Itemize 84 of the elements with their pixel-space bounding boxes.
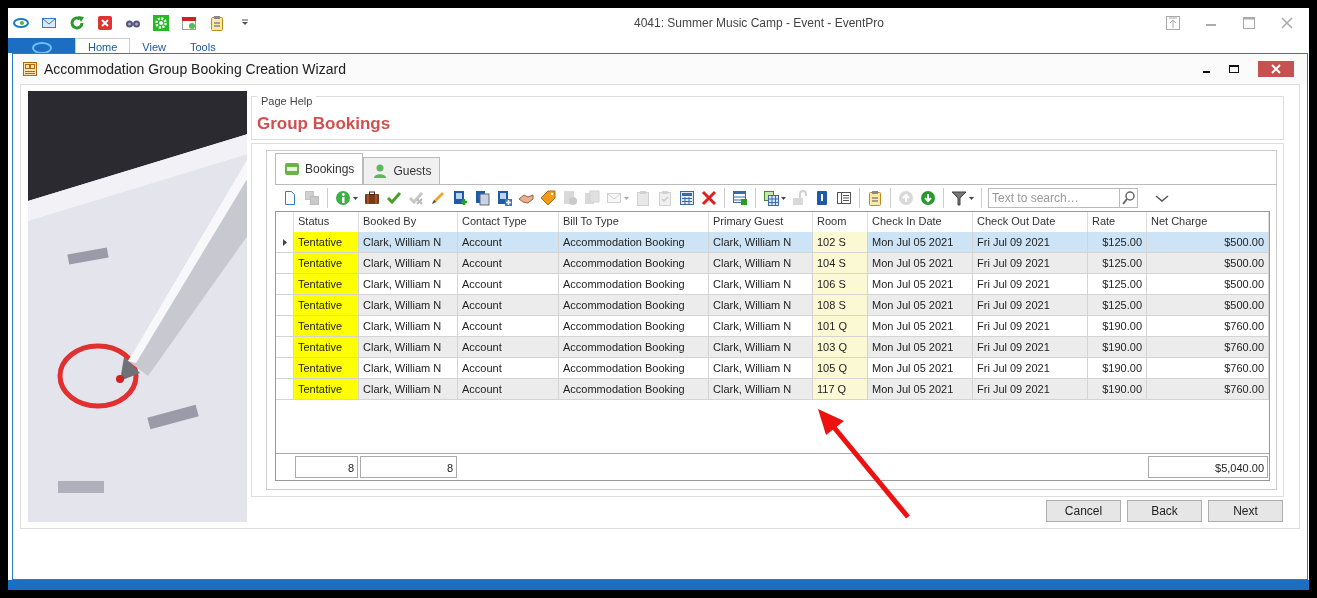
refresh-icon[interactable] — [69, 15, 85, 31]
table-row[interactable]: Tentative Clark, William N Account Accommodation Booking Clark, William N 102 S Mon Jul 05 2021 Fri Jul 09 2021 $125.00 $500.00 — [276, 232, 1269, 253]
table-cell: Tentative — [294, 316, 359, 337]
search-field[interactable]: Text to search… — [988, 188, 1119, 208]
table-cell: Tentative — [294, 358, 359, 379]
table-cell: Accommodation Booking — [559, 379, 709, 400]
summary-cell: $5,040.00 — [1148, 456, 1268, 478]
app-logo-icon — [30, 40, 53, 54]
summary-cell: 8 — [360, 456, 457, 478]
application-menu-button[interactable] — [8, 38, 75, 53]
caret-icon[interactable] — [353, 196, 358, 200]
table-cell: Account — [458, 379, 559, 400]
clipboard-icon[interactable] — [867, 190, 883, 206]
table-cell: Fri Jul 09 2021 — [973, 379, 1088, 400]
close-icon[interactable] — [1279, 15, 1295, 31]
list-icon[interactable] — [836, 190, 852, 206]
pin-icon[interactable] — [1165, 15, 1181, 31]
table-cell: Mon Jul 05 2021 — [868, 379, 973, 400]
row-pointer-icon — [282, 238, 287, 246]
tag-icon[interactable] — [540, 190, 556, 206]
table-cell: Tentative — [294, 274, 359, 295]
documents-icon[interactable] — [474, 190, 490, 206]
gear-icon[interactable] — [153, 15, 169, 31]
table-cell: 106 S — [813, 274, 868, 295]
wizard-button[interactable]: Cancel — [1046, 500, 1121, 522]
close-icon[interactable] — [97, 15, 113, 31]
table-row[interactable]: Tentative Clark, William N Account Accommodation Booking Clark, William N 103 Q Mon Jul 05 2021 Fri Jul 09 2021 $190.00 $760.00 — [276, 337, 1269, 358]
table-cell: 103 Q — [813, 337, 868, 358]
table-cell: Tentative — [294, 337, 359, 358]
table-cell: $760.00 — [1147, 379, 1269, 400]
close-button[interactable] — [1258, 61, 1294, 77]
document-plus-icon[interactable] — [452, 190, 468, 206]
table-cell: Tentative — [294, 253, 359, 274]
table-cell: $190.00 — [1088, 379, 1147, 400]
document-add-icon[interactable] — [496, 190, 512, 206]
window-title: 4041: Summer Music Camp - Event - EventPro — [632, 16, 886, 30]
ribbon-tab[interactable]: Home — [75, 38, 131, 53]
search-button[interactable] — [1119, 188, 1138, 208]
table-cell: Tentative — [294, 379, 359, 400]
table-row[interactable]: Tentative Clark, William N Account Accommodation Booking Clark, William N 106 S Mon Jul 05 2021 Fri Jul 09 2021 $125.00 $500.00 — [276, 274, 1269, 295]
book-icon[interactable] — [814, 190, 830, 206]
table-row[interactable]: Tentative Clark, William N Account Accommodation Booking Clark, William N 105 Q Mon Jul 05 2021 Fri Jul 09 2021 $190.00 $760.00 — [276, 358, 1269, 379]
table-cell: 105 Q — [813, 358, 868, 379]
pencil-icon[interactable] — [430, 190, 446, 206]
table-cell: 102 S — [813, 232, 868, 253]
tab[interactable]: Bookings — [275, 153, 364, 184]
table-cell: Tentative — [294, 295, 359, 316]
summary-cell: 8 — [295, 456, 358, 478]
page-icon[interactable] — [282, 190, 298, 206]
ribbon-tab[interactable]: Tools — [178, 38, 228, 53]
caret-icon[interactable] — [781, 196, 786, 200]
table-cell: Tentative — [294, 232, 359, 253]
table-row[interactable]: Tentative Clark, William N Account Accommodation Booking Clark, William N 104 S Mon Jul 05 2021 Fri Jul 09 2021 $125.00 $500.00 — [276, 253, 1269, 274]
wizard-button[interactable]: Back — [1127, 500, 1202, 522]
bed-icon — [284, 161, 300, 177]
caret-icon[interactable] — [969, 196, 974, 200]
person-icon — [372, 163, 389, 179]
search-icon — [1120, 190, 1137, 206]
calculator-icon[interactable] — [679, 190, 695, 206]
tables-icon[interactable] — [763, 190, 779, 206]
page-heading: Group Bookings — [257, 114, 392, 134]
suitcase-icon[interactable] — [364, 190, 380, 206]
dialog-title: Accommodation Group Booking Creation Wizard — [44, 61, 347, 77]
table-cell: 117 Q — [813, 379, 868, 400]
table-row[interactable]: Tentative Clark, William N Account Accommodation Booking Clark, William N 101 Q Mon Jul 05 2021 Fri Jul 09 2021 $190.00 $760.00 — [276, 316, 1269, 337]
wizard-button[interactable]: Next — [1208, 500, 1283, 522]
tab[interactable]: Guests — [363, 157, 441, 184]
table-cell: 104 S — [813, 253, 868, 274]
table-row[interactable]: Tentative Clark, William N Account Accommodation Booking Clark, William N 117 Q Mon Jul 05 2021 Fri Jul 09 2021 $190.00 $760.00 — [276, 379, 1269, 400]
delete-icon[interactable] — [701, 190, 717, 206]
checkmark-icon[interactable] — [386, 190, 402, 206]
app-logo-icon[interactable] — [13, 15, 29, 31]
mail-icon[interactable] — [41, 15, 57, 31]
clipboard-icon[interactable] — [209, 15, 225, 31]
page-help-label: Page Help — [257, 95, 317, 107]
calendar-icon[interactable] — [181, 15, 197, 31]
ribbon-tab[interactable]: View — [130, 38, 178, 53]
wizard-icon — [22, 61, 38, 77]
table-row[interactable]: Tentative Clark, William N Account Accommodation Booking Clark, William N 108 S Mon Jul 05 2021 Fri Jul 09 2021 $125.00 $500.00 — [276, 295, 1269, 316]
table-cell: Clark, William N — [359, 379, 458, 400]
filter-icon[interactable] — [951, 190, 967, 206]
table-icon[interactable] — [732, 190, 748, 206]
table-cell: 101 Q — [813, 316, 868, 337]
table-cell: 108 S — [813, 295, 868, 316]
